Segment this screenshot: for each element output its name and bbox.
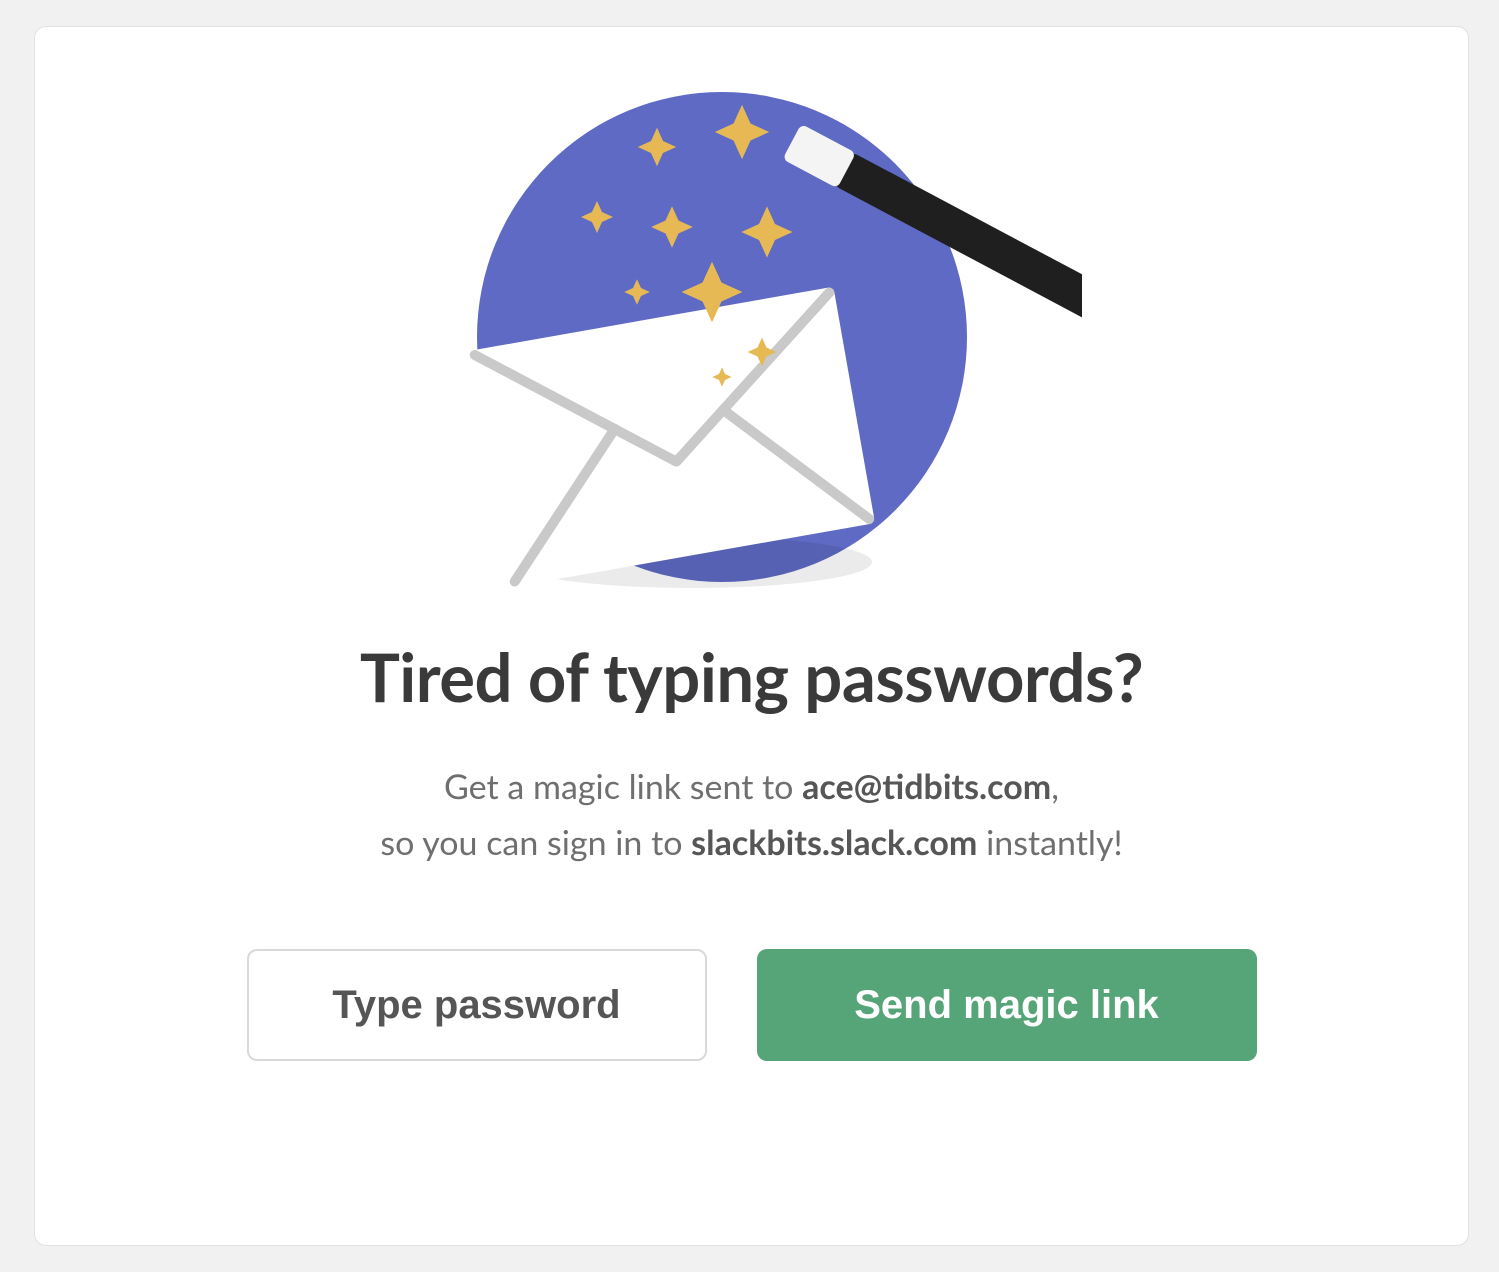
type-password-button[interactable]: Type password [247,949,707,1061]
headline: Tired of typing passwords? [360,637,1143,717]
subtitle-line2-suffix: instantly! [977,822,1122,863]
subtitle-line2-prefix: so you can sign in to [380,822,691,863]
subtitle-workspace: slackbits.slack.com [691,822,977,863]
magic-wand-envelope-icon [422,77,1082,617]
magic-link-card: Tired of typing passwords? Get a magic l… [34,26,1469,1246]
send-magic-link-button[interactable]: Send magic link [757,949,1257,1061]
magic-link-illustration [492,87,1012,607]
subtitle: Get a magic link sent to ace@tidbits.com… [380,759,1122,871]
button-row: Type password Send magic link [247,949,1257,1061]
subtitle-line1-suffix: , [1051,766,1059,807]
subtitle-email: ace@tidbits.com [802,766,1051,807]
subtitle-line1-prefix: Get a magic link sent to [444,766,802,807]
